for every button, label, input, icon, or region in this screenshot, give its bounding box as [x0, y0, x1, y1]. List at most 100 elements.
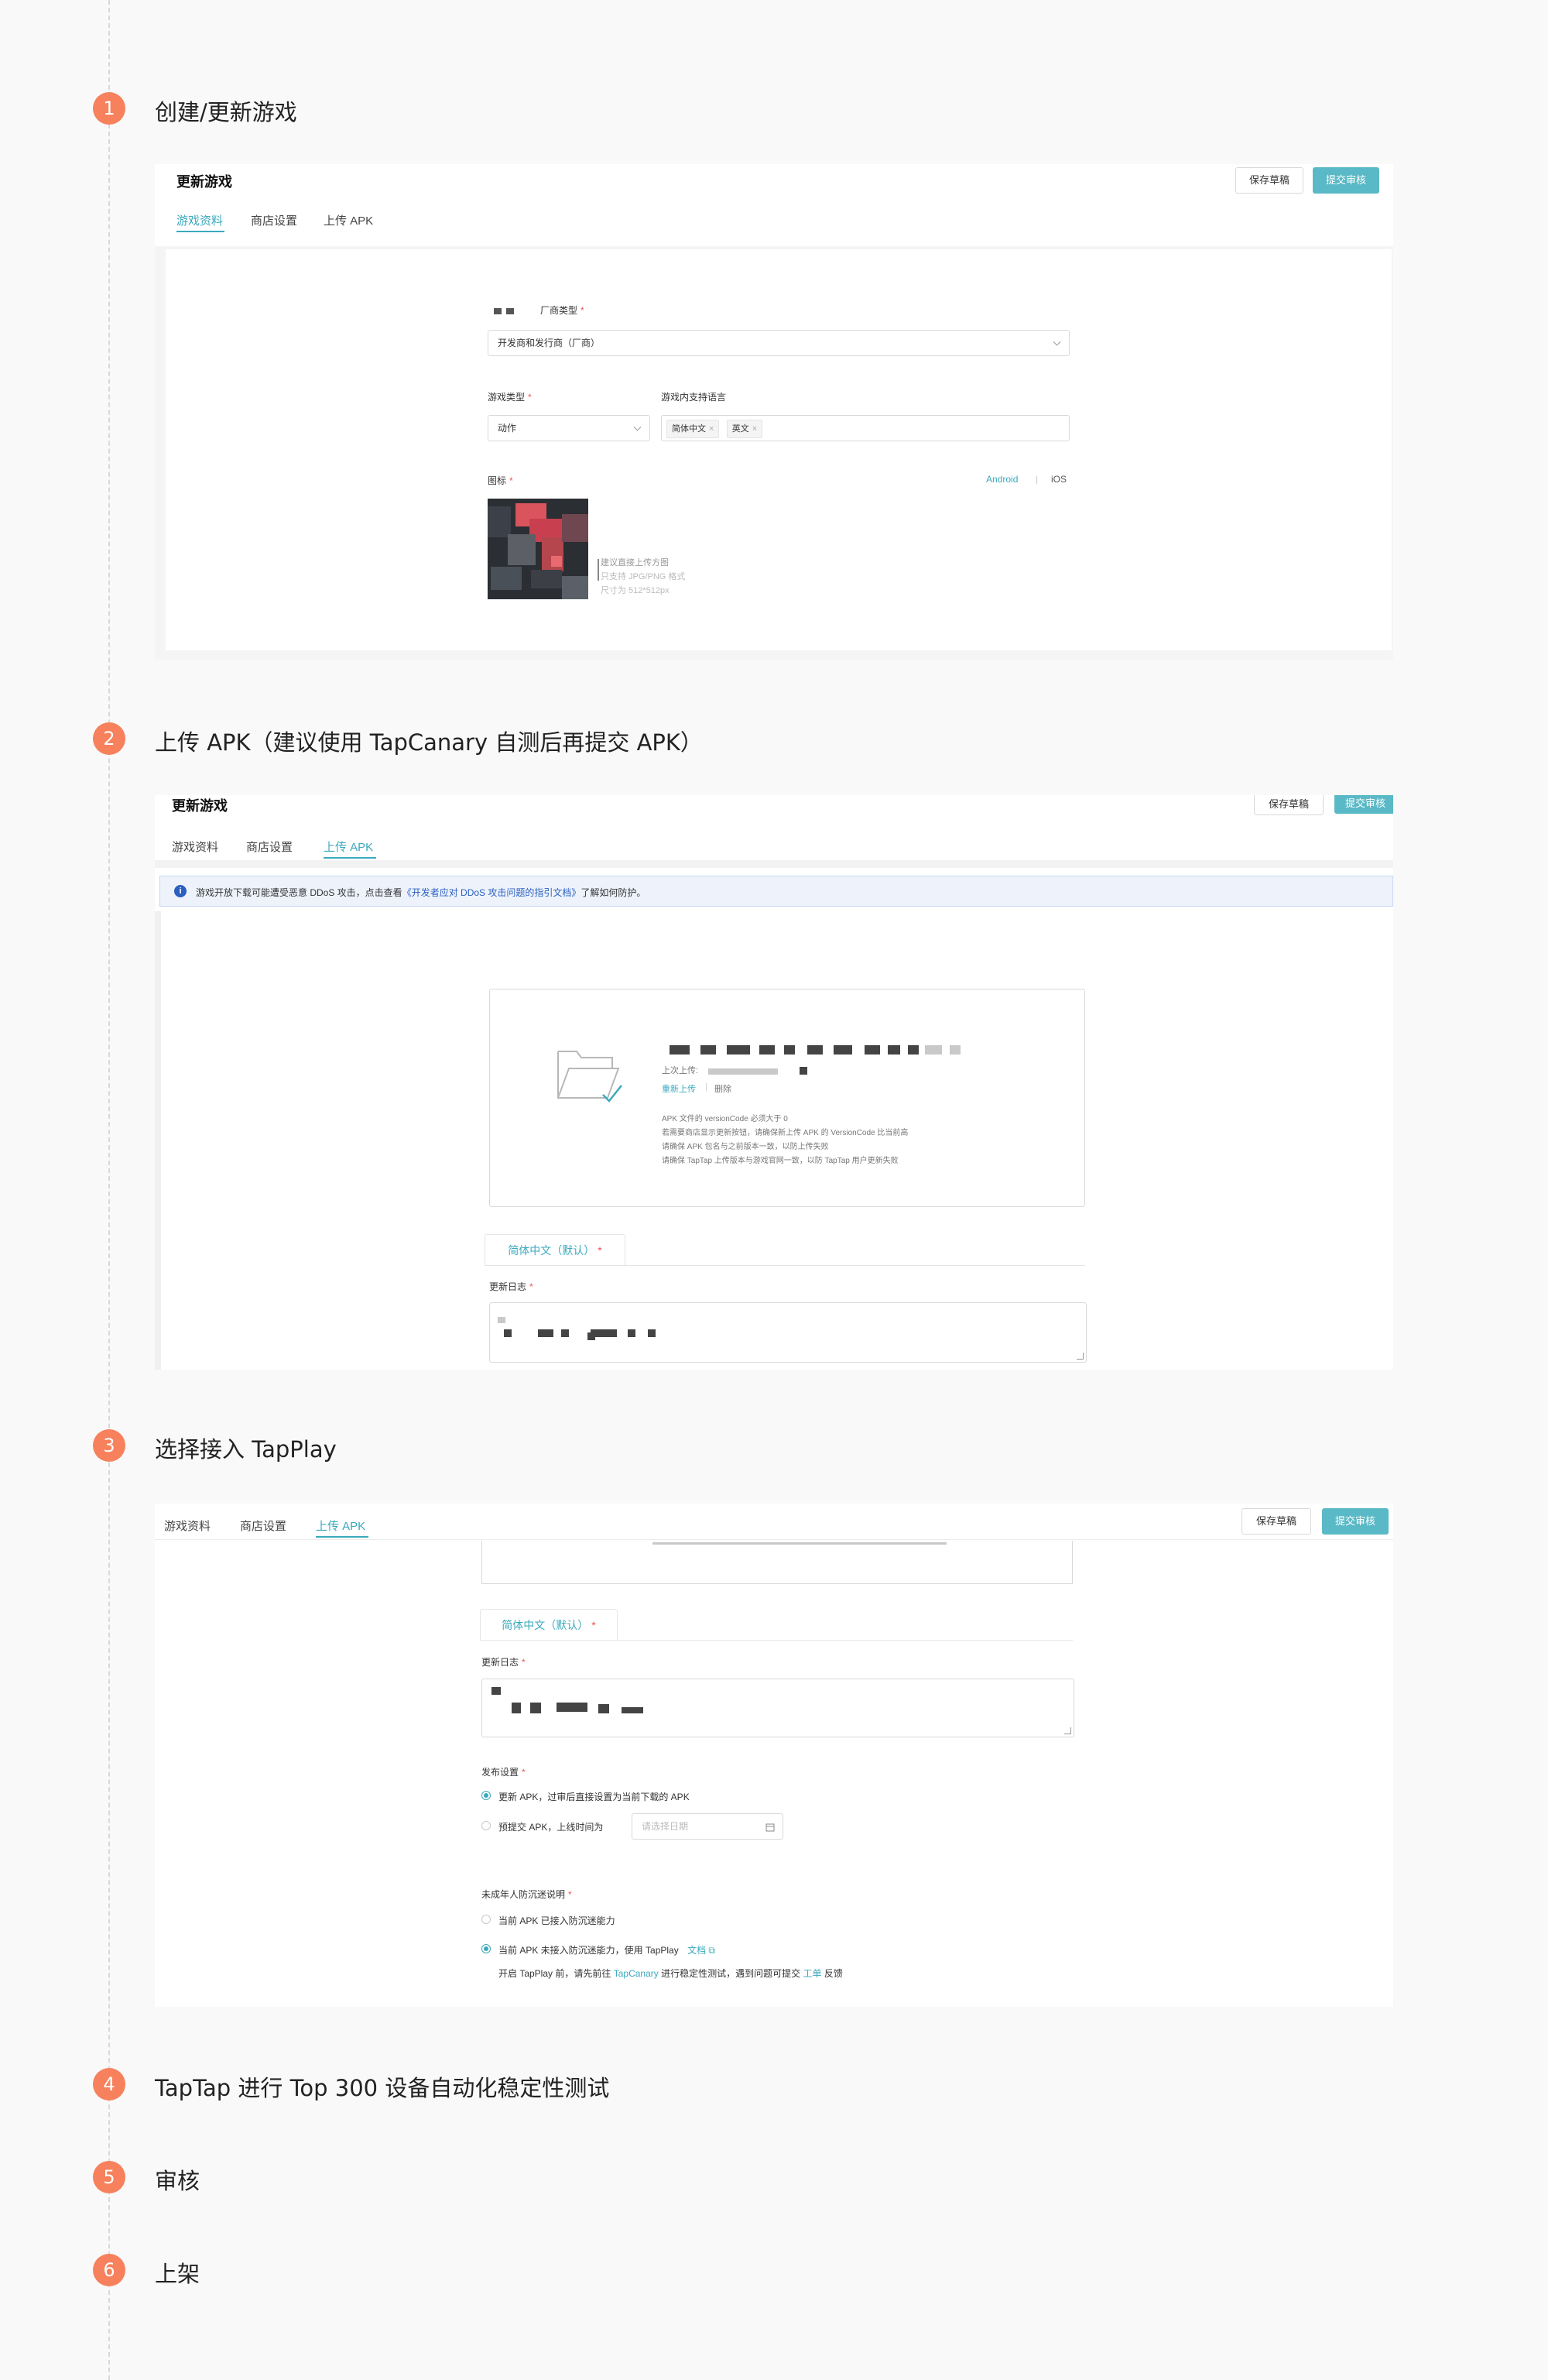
divider	[598, 559, 599, 581]
redacted-text	[888, 1045, 900, 1055]
active-tab-indicator	[316, 1536, 368, 1538]
redacted-text	[504, 1329, 512, 1337]
redacted-text	[950, 1045, 961, 1055]
publish-option-presubmit-label[interactable]: 预提交 APK，上线时间为	[498, 1820, 603, 1833]
platform-ios-link[interactable]: iOS	[1051, 474, 1067, 485]
screenshot-tapplay-settings: 游戏资料 商店设置 上传 APK 保存草稿 提交审核 简体中文（默认） * 更新日…	[155, 1504, 1393, 2007]
resize-handle[interactable]	[1064, 1727, 1071, 1734]
redacted-text	[506, 308, 514, 314]
publish-option-update-label[interactable]: 更新 APK，过审后直接设置为当前下载的 APK	[498, 1790, 690, 1803]
anti-addiction-tapplay-label[interactable]: 当前 APK 未接入防沉迷能力，使用 TapPlay 文档 ⧉	[498, 1943, 715, 1956]
language-tag[interactable]: 英文 ×	[726, 420, 763, 438]
apk-note: 请确保 TapTap 上传版本与游戏官网一致，以防 TapTap 用户更新失败	[662, 1157, 899, 1165]
tab-upload-apk[interactable]: 上传 APK	[324, 212, 373, 228]
external-link-icon: ⧉	[708, 1945, 715, 1956]
tab-game-info[interactable]: 游戏资料	[164, 1518, 211, 1534]
submit-review-button[interactable]: 提交审核	[1322, 1508, 1389, 1535]
anti-addiction-tapplay-radio[interactable]	[481, 1944, 491, 1953]
docs-link[interactable]: 文档	[687, 1945, 706, 1956]
last-upload-label: 上次上传:	[662, 1066, 699, 1075]
notice-text: 游戏开放下载可能遭受恶意 DDoS 攻击，点击查看	[196, 887, 402, 898]
language-tag[interactable]: 简体中文 ×	[666, 420, 720, 438]
tab-upload-apk[interactable]: 上传 APK	[324, 838, 373, 855]
step-title: 选择接入 TapPlay	[155, 1436, 337, 1463]
redacted-text	[708, 1068, 778, 1075]
delete-link[interactable]: 删除	[714, 1082, 731, 1095]
redacted-text	[561, 1329, 569, 1337]
step-badge: 3	[93, 1429, 125, 1462]
apk-upload-card: 上次上传: 重新上传 | 删除 APK 文件的 versionCode 必须大于…	[489, 989, 1085, 1207]
platform-separator: |	[1036, 474, 1039, 485]
redacted-text	[557, 1703, 587, 1712]
publish-option-update-radio[interactable]	[481, 1791, 491, 1800]
tab-game-info[interactable]: 游戏资料	[176, 212, 223, 228]
submit-review-button[interactable]: 提交审核	[1334, 795, 1393, 814]
apk-upload-card	[481, 1541, 1073, 1584]
tab-game-info[interactable]: 游戏资料	[172, 838, 218, 855]
close-icon[interactable]: ×	[752, 424, 757, 434]
save-draft-button[interactable]: 保存草稿	[1235, 167, 1303, 194]
ddos-notice-banner: i 游戏开放下载可能遭受恶意 DDoS 攻击，点击查看《开发者应对 DDoS 攻…	[159, 876, 1393, 907]
redacted-text	[598, 1704, 609, 1713]
icon-hint: 只支持 JPG/PNG 格式	[601, 572, 686, 581]
publish-date-picker[interactable]: 请选择日期	[632, 1813, 783, 1840]
publish-settings-label: 发布设置 *	[481, 1767, 526, 1778]
anti-addiction-hint: 开启 TapPlay 前，请先前往 TapCanary 进行稳定性测试，遇到问题…	[498, 1968, 843, 1979]
step-title: 创建/更新游戏	[155, 99, 297, 125]
game-type-label: 游戏类型 *	[488, 392, 532, 403]
language-tab-default[interactable]: 简体中文（默认） *	[480, 1609, 618, 1641]
step-badge: 6	[93, 2254, 125, 2286]
changelog-textarea[interactable]	[489, 1302, 1087, 1363]
chevron-down-icon	[633, 423, 642, 431]
game-type-value: 动作	[498, 423, 517, 434]
divider	[485, 1265, 1085, 1266]
redacted-text	[648, 1329, 656, 1337]
chevron-down-icon	[1053, 338, 1061, 346]
save-draft-button[interactable]: 保存草稿	[1241, 1508, 1311, 1535]
languages-multiselect[interactable]: 简体中文 × 英文 ×	[661, 415, 1070, 441]
redacted-text	[800, 1067, 807, 1075]
step-title: 审核	[155, 2168, 200, 2194]
submit-review-button[interactable]: 提交审核	[1313, 167, 1379, 194]
ticket-link[interactable]: 工单	[803, 1968, 821, 1979]
platform-android-link[interactable]: Android	[986, 474, 1018, 485]
step-badge: 2	[93, 722, 125, 755]
divider	[155, 860, 1393, 868]
tab-store-settings[interactable]: 商店设置	[251, 212, 297, 228]
redacted-text	[622, 1707, 643, 1713]
active-tab-indicator	[176, 231, 224, 232]
changelog-label: 更新日志 *	[481, 1657, 526, 1668]
game-type-select[interactable]: 动作	[488, 415, 650, 441]
calendar-icon	[765, 1823, 775, 1832]
action-separator: |	[705, 1082, 707, 1092]
redacted-text	[865, 1045, 880, 1055]
tapcanary-link[interactable]: TapCanary	[614, 1968, 659, 1979]
publish-option-presubmit-radio[interactable]	[481, 1821, 491, 1830]
anti-addiction-integrated-radio[interactable]	[481, 1915, 491, 1924]
vendor-type-select[interactable]: 开发商和发行商（厂商）	[488, 330, 1070, 356]
resize-handle[interactable]	[1077, 1353, 1084, 1360]
save-draft-button[interactable]: 保存草稿	[1254, 795, 1324, 815]
redacted-text	[834, 1045, 852, 1055]
redacted-text	[727, 1045, 750, 1055]
notice-link[interactable]: 《开发者应对 DDoS 攻击问题的指引文档》	[402, 887, 581, 898]
divider	[155, 1539, 1393, 1540]
close-icon[interactable]: ×	[709, 424, 714, 434]
tab-store-settings[interactable]: 商店设置	[240, 1518, 286, 1534]
active-tab-indicator	[324, 857, 376, 859]
tab-store-settings[interactable]: 商店设置	[246, 838, 293, 855]
redacted-text	[670, 1045, 690, 1055]
anti-addiction-integrated-label[interactable]: 当前 APK 已接入防沉迷能力	[498, 1914, 615, 1927]
redacted-text	[491, 1687, 501, 1695]
redacted-text	[807, 1045, 823, 1055]
redacted-text	[628, 1329, 635, 1337]
language-tab-default[interactable]: 简体中文（默认） *	[485, 1234, 625, 1266]
game-icon-image[interactable]	[488, 499, 588, 599]
redacted-text	[759, 1045, 775, 1055]
redacted-text	[784, 1045, 795, 1055]
changelog-textarea[interactable]	[481, 1679, 1074, 1737]
tab-upload-apk[interactable]: 上传 APK	[316, 1518, 365, 1534]
divider	[480, 1640, 1073, 1641]
reupload-link[interactable]: 重新上传	[662, 1082, 696, 1095]
apk-note: 若需要商店显示更新按钮，请确保新上传 APK 的 VersionCode 比当前…	[662, 1129, 909, 1137]
